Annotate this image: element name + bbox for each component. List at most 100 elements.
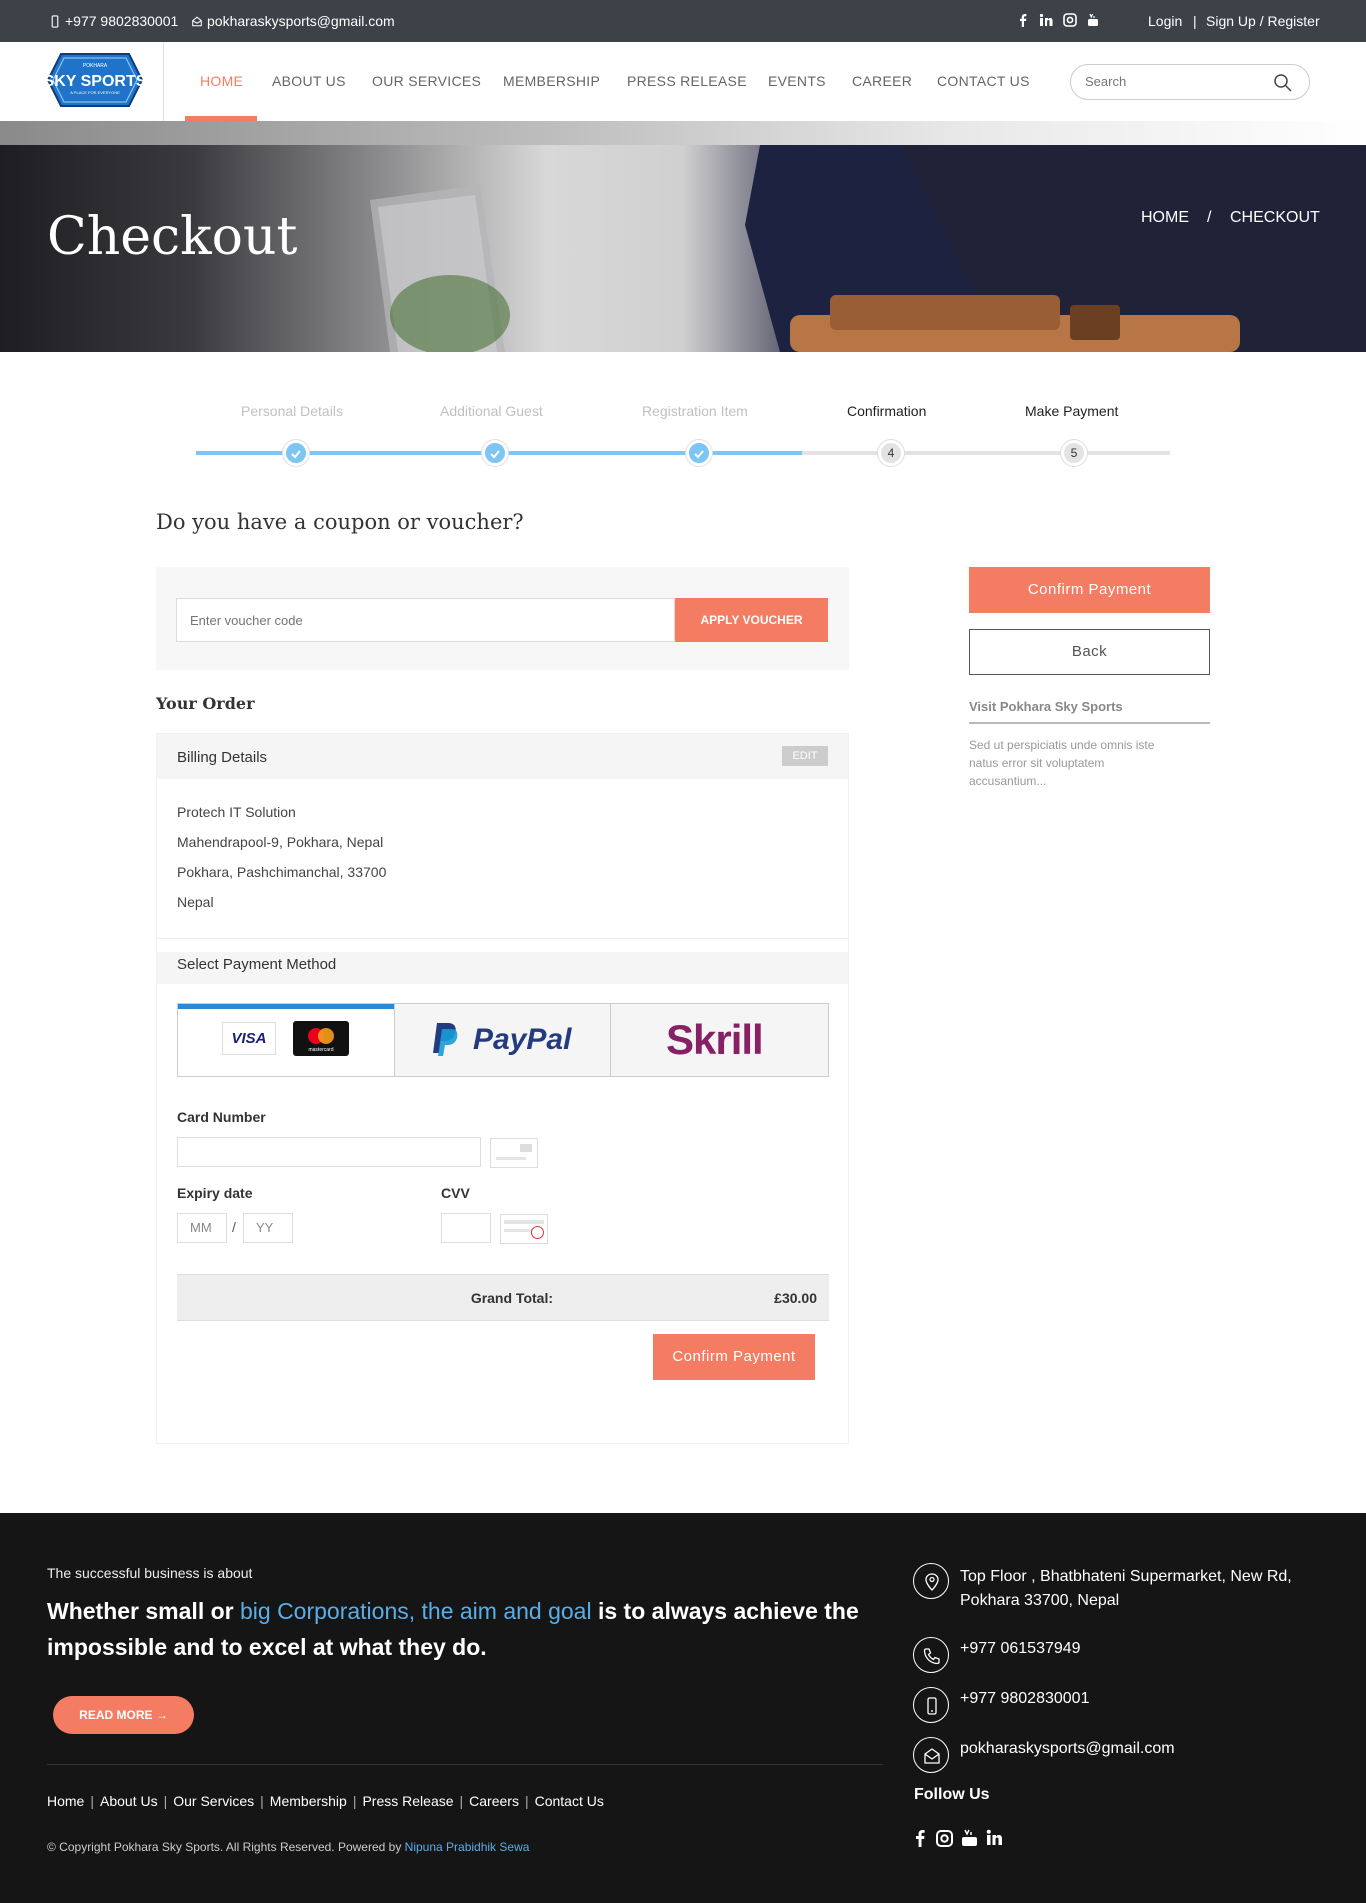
footer-link-sep: | [260,1793,264,1809]
expiry-month-input[interactable]: MM [177,1213,227,1243]
topbar-email[interactable]: pokharaskysports@gmail.com [191,13,395,29]
visa-logo: VISA [222,1022,276,1055]
copyright-text: © Copyright Pokhara Sky Sports. All Righ… [47,1840,405,1854]
envelope-icon [192,16,202,27]
read-more-button[interactable]: READ MORE → [53,1696,194,1734]
follow-us-heading: Follow Us [914,1786,990,1803]
youtube-icon[interactable] [961,1829,978,1847]
page-title: Checkout [47,207,298,267]
nav-about-us[interactable]: ABOUT US [272,73,346,89]
check-icon [490,450,500,459]
billing-company: Protech IT Solution [177,804,296,820]
footer-social [914,1829,1003,1852]
logo-tag-text: A PLACE FOR EVERYONE [70,90,120,95]
envelope-icon [913,1737,949,1773]
tab-skrill[interactable]: Skrill [610,1004,828,1076]
expiry-year-input[interactable]: YY [243,1213,293,1243]
footer-link-membership[interactable]: Membership [270,1793,347,1809]
site-logo[interactable]: POKHARA SKY SPORTS A PLACE FOR EVERYONE [44,52,147,108]
youtube-icon[interactable] [1087,13,1099,27]
footer-link-our-services[interactable]: Our Services [173,1793,254,1809]
breadcrumb-separator: / [1207,209,1212,226]
grand-total-value: £30.00 [774,1290,817,1306]
billing-street: Mahendrapool-9, Pokhara, Nepal [177,834,384,850]
cvv-input[interactable] [441,1213,491,1243]
step-label-personal-details: Personal Details [241,403,343,419]
mobile-icon [51,15,59,28]
step-track-remaining [802,451,1170,455]
topbar-social [1017,13,1099,30]
mobile-icon [913,1687,949,1723]
copyright: © Copyright Pokhara Sky Sports. All Righ… [47,1840,529,1854]
footer-divider [47,1764,883,1765]
search-icon[interactable] [1273,73,1293,93]
step-dot-3 [686,440,712,466]
signup-link[interactable]: Sign Up / Register [1206,13,1320,29]
back-button[interactable]: Back [969,629,1210,675]
skrill-logo-text: Skrill [666,1016,764,1063]
instagram-icon[interactable] [936,1829,953,1847]
nav-contact-us[interactable]: CONTACT US [937,73,1030,89]
linkedin-icon[interactable] [986,1829,1003,1847]
nav-press-release[interactable]: PRESS RELEASE [627,73,747,89]
phone-icon [913,1637,949,1673]
edit-billing-button[interactable]: EDIT [782,746,828,766]
logo-top-text: POKHARA [83,63,108,69]
footer-headline: Whether small or big Corporations, the a… [47,1593,877,1665]
search-box[interactable] [1070,64,1310,100]
instagram-icon[interactable] [1063,13,1077,27]
footer-link-press-release[interactable]: Press Release [362,1793,453,1809]
step-label-registration-item: Registration Item [642,403,748,419]
card-number-input[interactable] [177,1137,481,1167]
nav-home[interactable]: HOME [200,73,243,89]
voucher-box: APPLY VOUCHER [156,567,849,670]
powered-by-link[interactable]: Nipuna Prabidhik Sewa [405,1840,530,1854]
grand-total-label: Grand Total: [470,1290,553,1306]
voucher-input[interactable] [176,598,675,642]
header-shadow [0,121,1366,145]
sidebar-confirm-payment-button[interactable]: Confirm Payment [969,567,1210,613]
expiry-date-label: Expiry date [177,1185,253,1201]
footer-email[interactable]: pokharaskysports@gmail.com [960,1737,1175,1761]
footer-link-careers[interactable]: Careers [469,1793,519,1809]
footer-tagline: The successful business is about [47,1565,253,1581]
confirm-payment-button[interactable]: Confirm Payment [653,1334,815,1380]
footer-telephone[interactable]: +977 061537949 [960,1637,1081,1661]
breadcrumb-current: CHECKOUT [1230,209,1320,226]
login-link[interactable]: Login [1148,13,1182,29]
linkedin-icon[interactable] [1039,13,1053,27]
footer-link-sep: | [459,1793,464,1809]
check-icon [291,450,301,459]
footer-link-home[interactable]: Home [47,1793,84,1809]
payment-method-title: Select Payment Method [177,956,337,973]
footer-mobile[interactable]: +977 9802830001 [960,1687,1089,1711]
step-label-make-payment: Make Payment [1025,403,1119,419]
nav-career[interactable]: CAREER [852,73,912,89]
card-front-icon [490,1138,538,1168]
mastercard-icon: mastercard [308,1028,334,1053]
nav-our-services[interactable]: OUR SERVICES [372,73,481,89]
footer-link-about-us[interactable]: About Us [100,1793,158,1809]
grand-total-row: Grand Total: £30.00 [177,1274,829,1321]
nav-events[interactable]: EVENTS [768,73,826,89]
cvv-label: CVV [441,1185,470,1201]
breadcrumb-home[interactable]: HOME [1141,209,1189,227]
site-footer: The successful business is about Whether… [0,1513,1366,1903]
nav-membership[interactable]: MEMBERSHIP [503,73,600,89]
footer-link-contact-us[interactable]: Contact Us [535,1793,604,1809]
payment-method-tabs: VISA mastercard PayPal Skrill [177,1003,829,1077]
facebook-icon[interactable] [1017,13,1029,27]
step-dot-4: 4 [878,440,904,466]
header-divider [163,42,164,121]
facebook-icon[interactable] [914,1829,926,1847]
page-banner: Checkout HOME / CHECKOUT [0,145,1366,352]
apply-voucher-button[interactable]: APPLY VOUCHER [675,598,828,642]
footer-headline-part-1: Whether small or [47,1598,240,1624]
search-input[interactable] [1085,74,1265,89]
tab-paypal[interactable]: PayPal [394,1004,610,1076]
visit-text: Sed ut perspiciatis unde omnis iste natu… [969,738,1155,788]
order-panel: Billing Details EDIT Protech IT Solution… [156,733,849,1444]
visit-title: Visit Pokhara Sky Sports [969,699,1123,714]
tab-card[interactable]: VISA mastercard [178,1004,394,1076]
footer-headline-highlight: big Corporations, the aim and goal [239,1598,592,1624]
